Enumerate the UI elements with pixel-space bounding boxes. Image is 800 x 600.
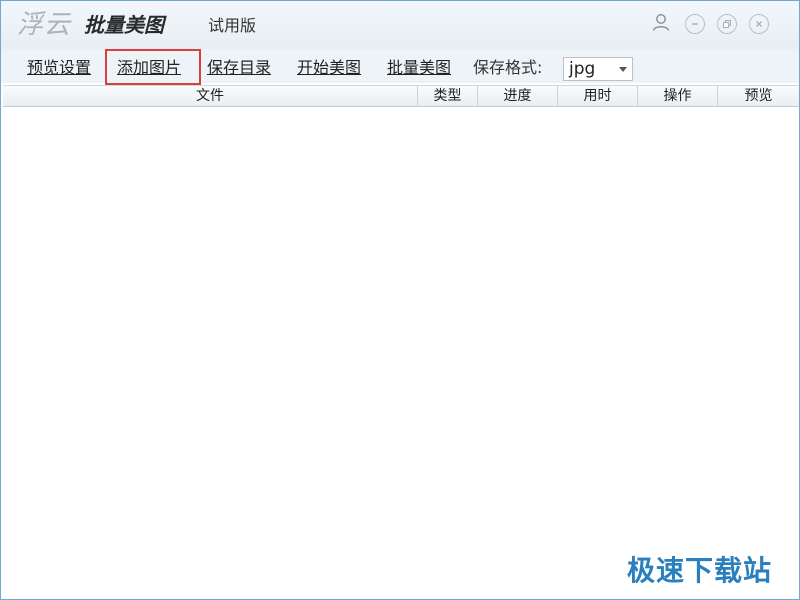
dropdown-arrow-icon — [619, 67, 627, 72]
column-header-preview[interactable]: 预览 — [718, 86, 799, 106]
close-button[interactable] — [748, 13, 770, 35]
column-header-time[interactable]: 用时 — [558, 86, 638, 106]
column-header-file[interactable]: 文件 — [3, 86, 418, 106]
app-title: 批量美图 — [84, 13, 164, 37]
menu-batch-beautify[interactable]: 批量美图 — [387, 57, 451, 79]
title-bar[interactable]: 浮云 批量美图 试用版 — [1, 1, 799, 49]
menu-bar: 预览设置 添加图片 保存目录 开始美图 批量美图 — [1, 49, 799, 83]
save-format-select[interactable]: jpg — [563, 57, 633, 81]
menu-save-directory[interactable]: 保存目录 — [207, 57, 271, 79]
watermark: 极速下载站 — [627, 554, 773, 587]
minimize-button[interactable] — [684, 13, 706, 35]
save-format-value: jpg — [569, 59, 596, 79]
close-icon — [749, 14, 769, 34]
user-icon — [651, 12, 671, 36]
save-format-label: 保存格式: — [473, 58, 543, 77]
maximize-icon — [717, 14, 737, 34]
menu-start-beautify[interactable]: 开始美图 — [297, 57, 361, 79]
minimize-icon — [685, 14, 705, 34]
maximize-button[interactable] — [716, 13, 738, 35]
user-button[interactable] — [650, 13, 672, 35]
column-header-progress[interactable]: 进度 — [478, 86, 558, 106]
menu-add-images[interactable]: 添加图片 — [117, 57, 181, 79]
file-list-header: 文件 类型 进度 用时 操作 预览 — [3, 85, 799, 107]
edition-label: 试用版 — [208, 16, 257, 35]
app-window: 浮云 批量美图 试用版 预览设置 添加图片 保存目录 开始美图 批量美图 保存格… — [0, 0, 800, 600]
menu-preview-settings[interactable]: 预览设置 — [27, 57, 91, 79]
brand-logo-script: 浮云 — [17, 10, 72, 40]
column-header-type[interactable]: 类型 — [418, 86, 478, 106]
column-header-operation[interactable]: 操作 — [638, 86, 718, 106]
file-list-body[interactable] — [3, 107, 799, 597]
